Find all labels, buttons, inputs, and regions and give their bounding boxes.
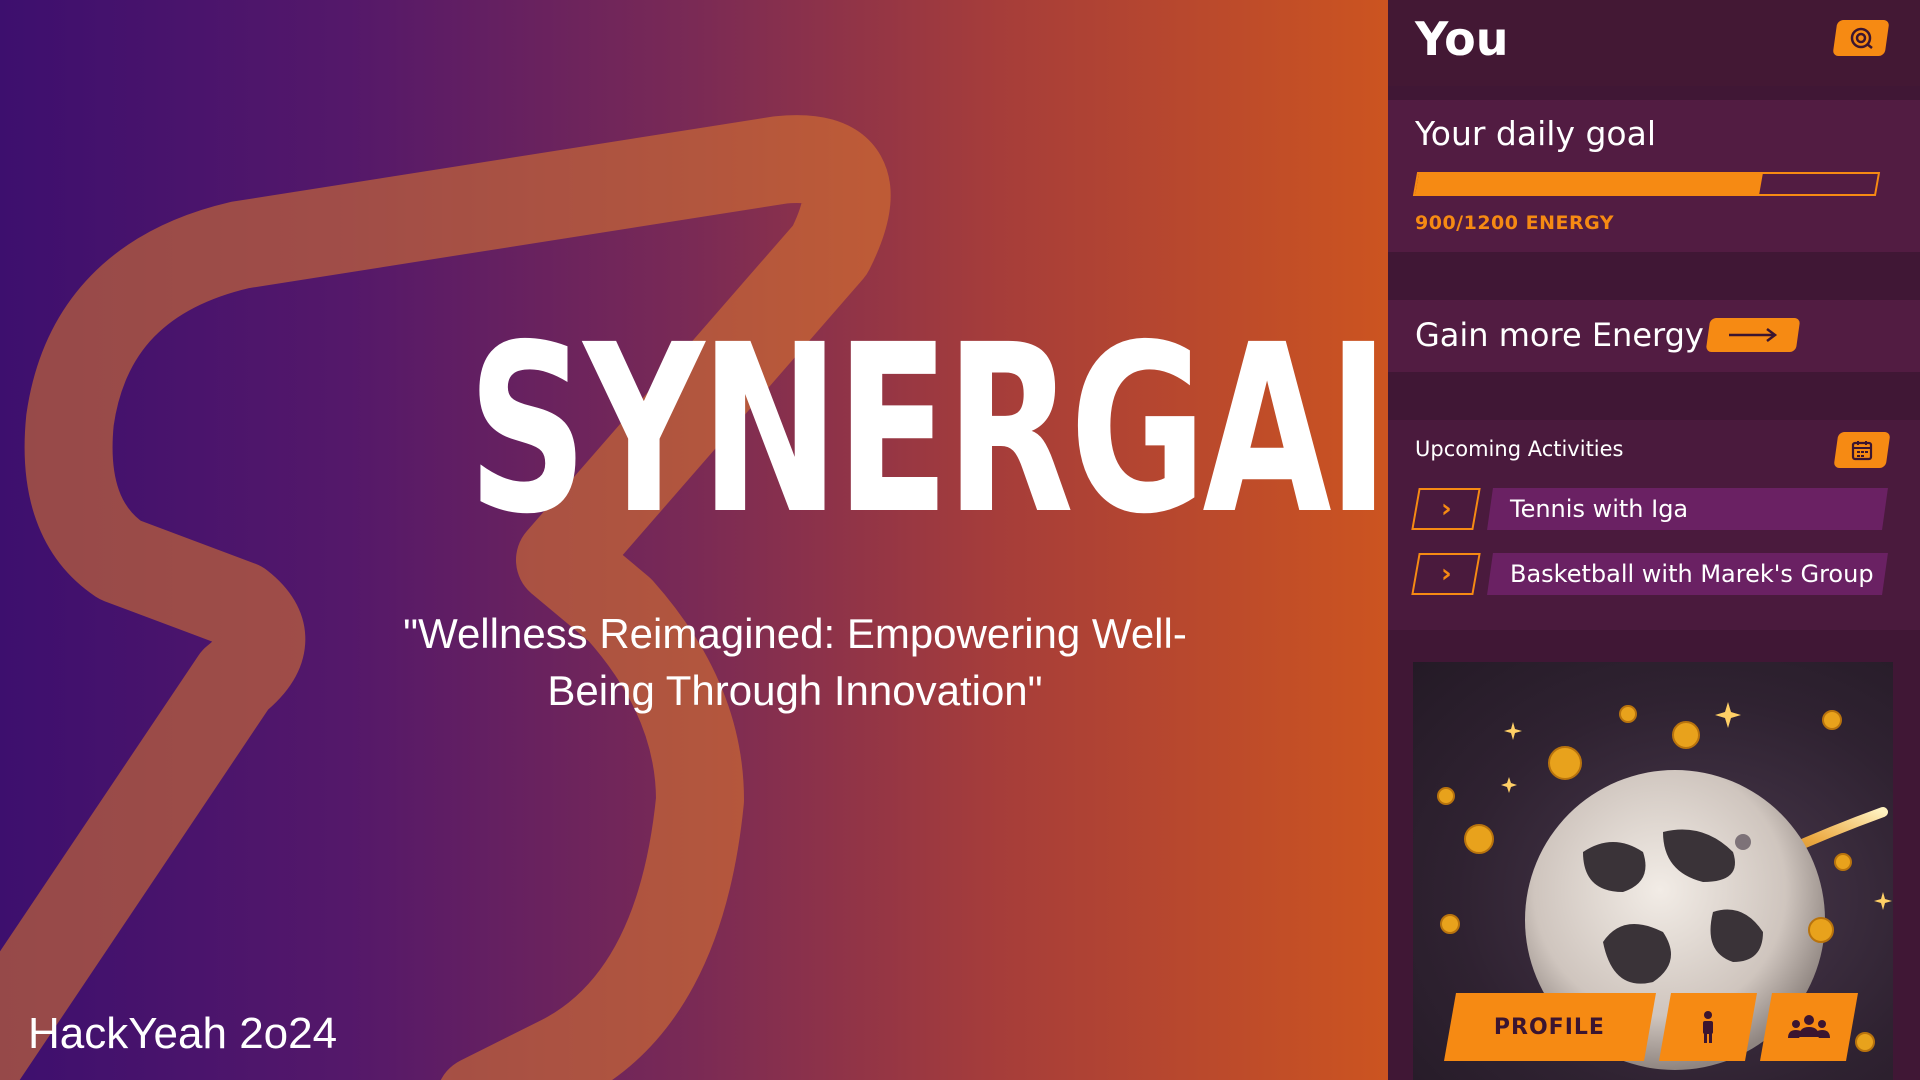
activity-label: Tennis with Iga xyxy=(1510,495,1689,523)
activity-label-box[interactable]: Tennis with Iga xyxy=(1487,488,1888,530)
daily-goal-progress-bar xyxy=(1412,172,1881,196)
profile-button[interactable]: PROFILE xyxy=(1444,993,1656,1061)
chevron-right-icon: › xyxy=(1440,559,1452,589)
activity-open-button[interactable]: › xyxy=(1411,488,1481,530)
gain-energy-card[interactable]: Gain more Energy xyxy=(1388,300,1920,372)
panel-header: You xyxy=(1388,0,1920,86)
app-panel: You Your daily goal 900/1200 ENERGY Gain… xyxy=(1388,0,1920,1080)
eye-target-icon xyxy=(1850,27,1873,49)
chevron-right-icon: › xyxy=(1440,494,1452,524)
brand-title: SYNERGAIN xyxy=(467,295,1388,565)
hero-slide: SYNERGAIN "Wellness Reimagined: Empoweri… xyxy=(0,0,1388,1080)
calendar-icon xyxy=(1851,441,1873,461)
tagline-line-2: Being Through Innovation" xyxy=(547,667,1043,714)
page-title: You xyxy=(1415,12,1509,66)
profile-label: PROFILE xyxy=(1494,1014,1606,1040)
activity-label: Basketball with Marek's Group xyxy=(1510,560,1874,588)
activity-open-button[interactable]: › xyxy=(1411,553,1481,595)
daily-goal-value: 900/1200 ENERGY xyxy=(1415,212,1615,234)
group-button[interactable] xyxy=(1760,993,1858,1061)
calendar-button[interactable] xyxy=(1833,432,1891,468)
activity-item[interactable]: › Tennis with Iga xyxy=(1411,488,1888,534)
arrow-right-icon xyxy=(1729,328,1778,342)
activity-item[interactable]: › Basketball with Marek's Group xyxy=(1411,553,1888,599)
person-button[interactable] xyxy=(1659,993,1757,1061)
event-label: HackYeah 2o24 xyxy=(28,1009,338,1058)
daily-goal-label: Your daily goal xyxy=(1415,114,1656,153)
upcoming-activities-title: Upcoming Activities xyxy=(1415,437,1624,461)
activity-label-box[interactable]: Basketball with Marek's Group xyxy=(1487,553,1888,595)
focus-button[interactable] xyxy=(1832,20,1890,56)
upcoming-activities-card: Upcoming Activities › Tennis with Iga › … xyxy=(1388,420,1920,630)
person-icon xyxy=(1703,1011,1713,1043)
group-icon xyxy=(1788,1015,1830,1038)
daily-goal-progress-fill xyxy=(1415,174,1764,194)
gain-energy-button[interactable] xyxy=(1705,318,1801,352)
gain-energy-label: Gain more Energy xyxy=(1415,316,1704,354)
tagline: "Wellness Reimagined: Empowering Well- B… xyxy=(350,605,1240,719)
bottom-nav: PROFILE xyxy=(1444,993,1870,1063)
tagline-line-1: "Wellness Reimagined: Empowering Well- xyxy=(403,610,1187,657)
